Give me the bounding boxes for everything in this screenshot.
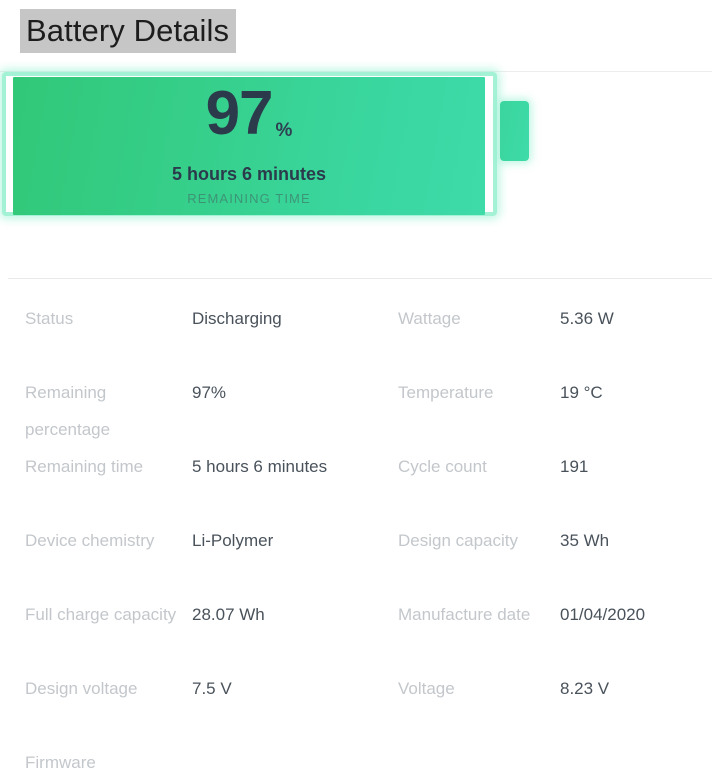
detail-value-device-chemistry: Li-Polymer [192, 531, 274, 550]
detail-label-manufacture-date: Manufacture date [398, 605, 531, 624]
remaining-time-value: 5 hours 6 minutes [171, 164, 327, 184]
detail-label-firmware: Firmware [25, 753, 96, 772]
remaining-time-caption: REMAINING TIME [187, 191, 311, 206]
detail-label-cycle-count: Cycle count [398, 457, 487, 476]
detail-label-remaining-time: Remaining time [25, 457, 144, 476]
detail-value-manufacture-date: 01/04/2020 [560, 605, 646, 624]
detail-value-full-charge-capacity: 28.07 Wh [192, 605, 265, 624]
battery-graphic: 97% 5 hours 6 minutes REMAINING TIME [2, 72, 529, 217]
detail-label-temperature: Temperature [398, 383, 494, 402]
detail-value-design-voltage: 7.5 V [192, 679, 232, 698]
table-row: Design voltage 7.5 V Voltage 8.23 V [0, 670, 712, 744]
detail-value-temperature: 19 °C [560, 383, 603, 402]
battery-terminal-nub [500, 101, 529, 161]
detail-value-status: Discharging [192, 309, 282, 328]
detail-label-full-charge-capacity: Full charge capacity [25, 605, 177, 624]
battery-fill-level: 97% 5 hours 6 minutes REMAINING TIME [13, 77, 485, 215]
detail-value-voltage: 8.23 V [560, 679, 610, 698]
detail-value-cycle-count: 191 [560, 457, 589, 476]
detail-value-remaining-percentage: 97% [192, 383, 227, 402]
detail-label-design-voltage: Design voltage [25, 679, 138, 698]
battery-shell: 97% 5 hours 6 minutes REMAINING TIME [2, 72, 497, 216]
table-row: Full charge capacity 28.07 Wh Manufactur… [0, 596, 712, 670]
table-row: Device chemistry Li-Polymer Design capac… [0, 522, 712, 596]
table-row: Remaining time 5 hours 6 minutes Cycle c… [0, 448, 712, 522]
percent-sign: % [275, 120, 293, 141]
page-title: Battery Details [20, 9, 237, 53]
battery-visual: 97% 5 hours 6 minutes REMAINING TIME [0, 72, 712, 222]
detail-label-voltage: Voltage [398, 679, 455, 698]
table-row: Status Discharging Wattage 5.36 W [0, 300, 712, 374]
detail-value-wattage: 5.36 W [560, 309, 614, 328]
battery-percentage: 97% [13, 83, 485, 145]
detail-label-wattage: Wattage [398, 309, 461, 328]
battery-details-table: Status Discharging Wattage 5.36 W Remain… [0, 300, 712, 774]
table-row: Remaining percentage 97% Temperature 19 … [0, 374, 712, 448]
battery-percentage-value: 97 [205, 79, 274, 148]
section-divider [8, 278, 712, 279]
table-row: Firmware [0, 744, 712, 774]
page-header: Battery Details [0, 0, 712, 72]
detail-label-remaining-percentage: Remaining percentage [25, 383, 111, 439]
detail-label-device-chemistry: Device chemistry [25, 531, 155, 550]
detail-label-status: Status [25, 309, 74, 328]
detail-value-design-capacity: 35 Wh [560, 531, 610, 550]
detail-value-remaining-time: 5 hours 6 minutes [192, 457, 328, 476]
detail-label-design-capacity: Design capacity [398, 531, 519, 550]
battery-readout: 97% 5 hours 6 minutes REMAINING TIME [13, 77, 485, 215]
